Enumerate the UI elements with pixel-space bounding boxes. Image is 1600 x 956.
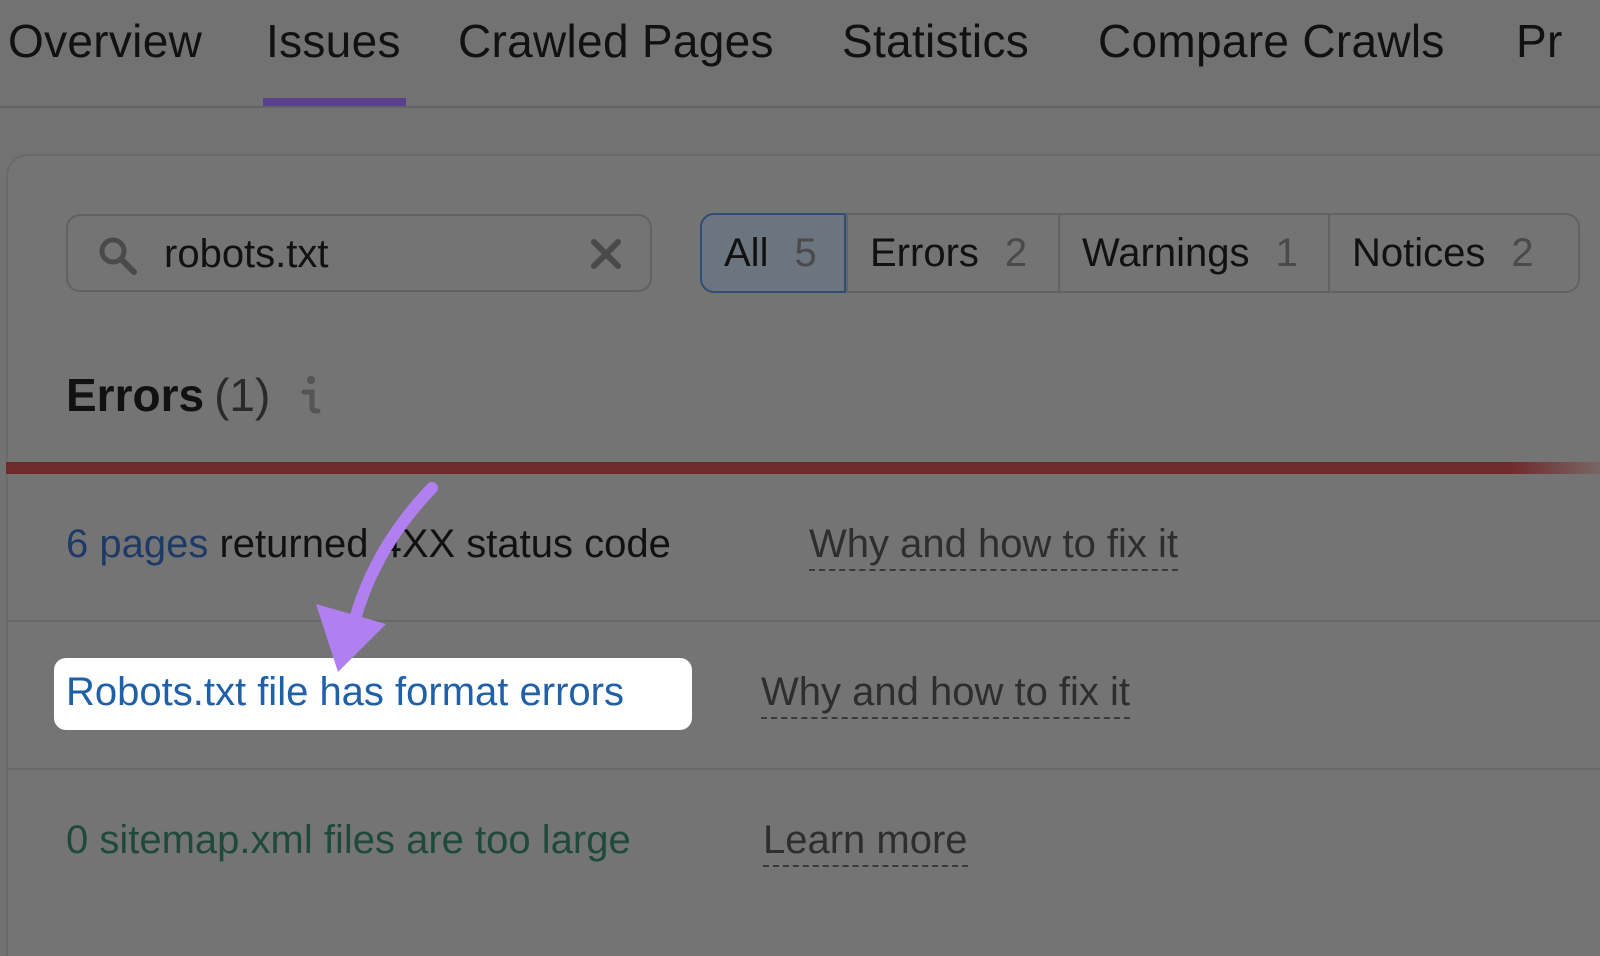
errors-heading: Errors (1) xyxy=(66,368,321,422)
search-value[interactable]: robots.txt xyxy=(164,232,329,277)
tab-overview[interactable]: Overview xyxy=(8,14,202,68)
filter-label: Warnings xyxy=(1082,230,1250,275)
close-icon[interactable] xyxy=(588,236,624,272)
why-fix-link[interactable]: Why and how to fix it xyxy=(761,670,1131,719)
highlighted-issue: Robots.txt file has format errors xyxy=(54,658,692,730)
tab-compare-crawls[interactable]: Compare Crawls xyxy=(1098,14,1445,68)
error-severity-bar xyxy=(6,462,1600,474)
tab-crawled-pages[interactable]: Crawled Pages xyxy=(458,14,774,68)
filter-label: Notices xyxy=(1352,230,1486,275)
filter-label: All xyxy=(724,230,769,275)
issue-description: returned 4XX status code xyxy=(208,522,671,566)
why-fix-link[interactable]: Why and how to fix it xyxy=(809,522,1179,571)
filter-warnings[interactable]: Warnings 1 xyxy=(1058,215,1328,291)
info-icon[interactable] xyxy=(298,372,322,416)
filter-errors[interactable]: Errors 2 xyxy=(846,215,1058,291)
filter-label: Errors xyxy=(870,230,979,275)
issue-row: 0 sitemap.xml files are too large Learn … xyxy=(6,770,1600,930)
issue-link[interactable]: Robots.txt file has format errors xyxy=(66,670,624,715)
filter-notices[interactable]: Notices 2 xyxy=(1328,215,1578,291)
report-tabs: Overview Issues Crawled Pages Statistics… xyxy=(0,0,1600,108)
filter-count: 2 xyxy=(1004,230,1028,275)
issue-text: 6 pages returned 4XX status code xyxy=(66,522,671,567)
errors-count: (1) xyxy=(214,369,271,421)
filter-count: 1 xyxy=(1275,230,1298,275)
filter-count: 2 xyxy=(1511,230,1534,275)
issue-link[interactable]: 6 pages xyxy=(66,522,208,566)
search-icon xyxy=(99,237,137,275)
severity-filter: All 5 Errors 2 Warnings 1 Notices 2 xyxy=(700,213,1580,293)
tab-statistics[interactable]: Statistics xyxy=(842,14,1029,68)
search-input[interactable]: robots.txt xyxy=(66,214,652,292)
tab-issues[interactable]: Issues xyxy=(263,14,406,106)
filter-count: 5 xyxy=(794,230,817,275)
filter-all[interactable]: All 5 xyxy=(700,213,846,293)
learn-more-link[interactable]: Learn more xyxy=(763,818,968,867)
issue-link[interactable]: 0 sitemap.xml files are too large xyxy=(66,818,631,863)
errors-title: Errors xyxy=(66,369,205,421)
issue-row: 6 pages returned 4XX status code Why and… xyxy=(6,474,1600,622)
tab-progress-truncated[interactable]: Pr xyxy=(1516,14,1563,68)
